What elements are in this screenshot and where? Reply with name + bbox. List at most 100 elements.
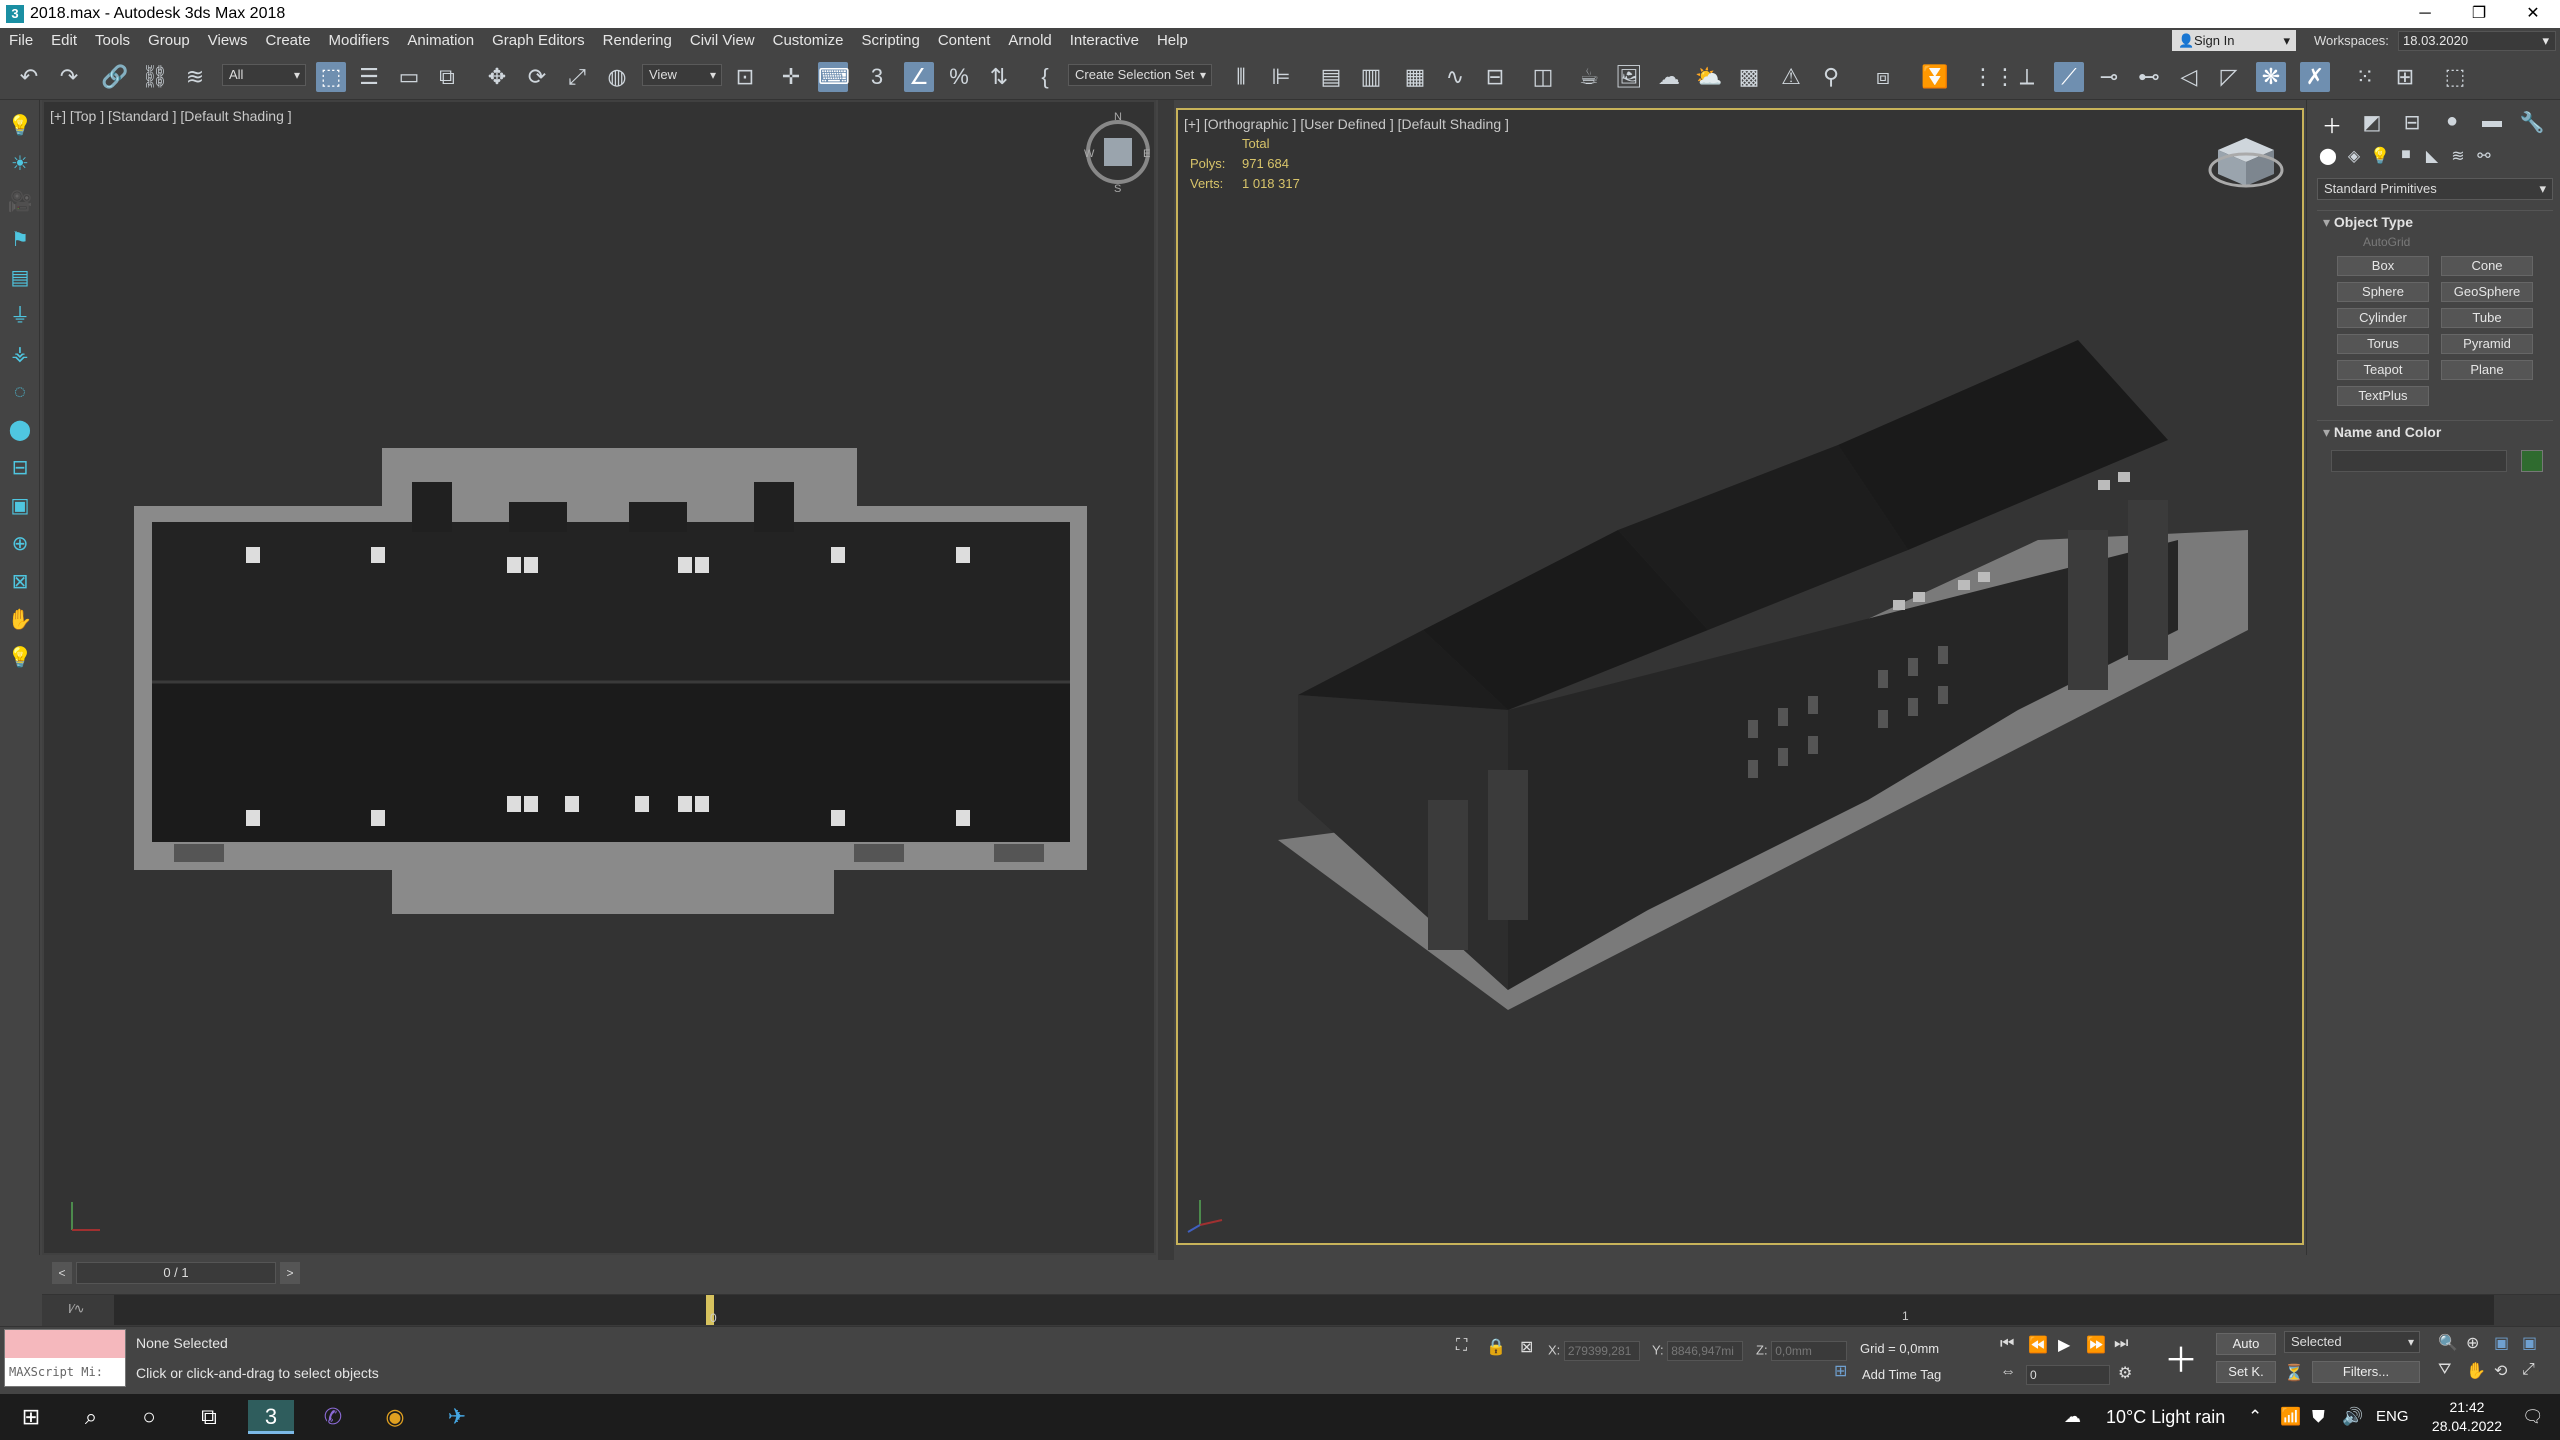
angle-snap-icon[interactable]: ∠: [904, 62, 934, 92]
menu-graph-editors[interactable]: Graph Editors: [483, 28, 594, 54]
key-mode-icon[interactable]: ⏳: [2284, 1363, 2304, 1383]
close-button[interactable]: ✕: [2506, 0, 2560, 28]
menu-tools[interactable]: Tools: [86, 28, 139, 54]
cylinder-button[interactable]: Cylinder: [2337, 308, 2429, 328]
snap-perpendicular-icon[interactable]: ◸: [2214, 62, 2244, 92]
menu-interactive[interactable]: Interactive: [1061, 28, 1148, 54]
pyramid-button[interactable]: Pyramid: [2441, 334, 2533, 354]
menu-create[interactable]: Create: [257, 28, 320, 54]
menu-scripting[interactable]: Scripting: [852, 28, 928, 54]
object-color-swatch[interactable]: [2521, 450, 2543, 472]
link-icon[interactable]: 🔗: [100, 62, 130, 92]
utilities-tab-icon[interactable]: 🔧: [2517, 110, 2547, 139]
object-name-field[interactable]: [2331, 450, 2507, 472]
key-filters-button[interactable]: Filters...: [2312, 1361, 2420, 1383]
named-selection-dropdown[interactable]: Create Selection Set: [1068, 64, 1212, 86]
viewport-top[interactable]: [+] [Top ] [Standard ] [Default Shading …: [42, 100, 1156, 1255]
redo-icon[interactable]: ↷: [54, 62, 84, 92]
statistics-icon[interactable]: ▣: [6, 492, 34, 520]
menu-civil-view[interactable]: Civil View: [681, 28, 764, 54]
menu-group[interactable]: Group: [139, 28, 199, 54]
render-icon[interactable]: ⬤: [6, 416, 34, 444]
align-icon[interactable]: ⊫: [1266, 62, 1296, 92]
light-bulb-icon[interactable]: 💡: [6, 644, 34, 672]
track-view-icon[interactable]: ⊕: [6, 530, 34, 558]
undo-icon[interactable]: ↶: [14, 62, 44, 92]
primitive-category-dropdown[interactable]: Standard Primitives: [2317, 178, 2553, 200]
teapot-button[interactable]: Teapot: [2337, 360, 2429, 380]
autogrid-checkbox[interactable]: AutoGrid: [2317, 232, 2553, 252]
zoom-extents-all-icon[interactable]: ▣: [2522, 1333, 2537, 1353]
rendered-frame-window-icon[interactable]: 🖼: [1614, 62, 1644, 92]
zoom-icon[interactable]: 🔍: [2438, 1333, 2458, 1353]
render-to-texture-icon[interactable]: ▩: [1734, 62, 1764, 92]
schematic-icon[interactable]: ⊠: [6, 568, 34, 596]
menu-animation[interactable]: Animation: [398, 28, 483, 54]
snap-face-icon[interactable]: ◁: [2174, 62, 2204, 92]
hand-tool-icon[interactable]: ✋: [6, 606, 34, 634]
expand-chevron-icon[interactable]: ⏬: [1920, 62, 1950, 92]
telegram-icon[interactable]: ✈: [434, 1400, 480, 1434]
key-filter-icon[interactable]: ⚙: [2118, 1363, 2132, 1383]
space-warps-icon[interactable]: ≋: [2447, 146, 2469, 166]
menu-views[interactable]: Views: [199, 28, 257, 54]
create-tab-icon[interactable]: ＋: [2317, 110, 2347, 139]
render-production-icon[interactable]: ☁: [1654, 62, 1684, 92]
snap-to-frozen-icon[interactable]: ❋: [2256, 62, 2286, 92]
scale-icon[interactable]: ⤢: [562, 62, 592, 92]
z-field[interactable]: 0,0mm: [1771, 1341, 1848, 1361]
rotate-icon[interactable]: ⟳: [522, 62, 552, 92]
object-type-header[interactable]: Object Type: [2317, 210, 2553, 232]
sphere-button[interactable]: Sphere: [2337, 282, 2429, 302]
previous-frame-icon[interactable]: ⏪: [2028, 1335, 2048, 1355]
edit-named-selection-icon[interactable]: {: [1030, 62, 1060, 92]
play-icon[interactable]: ▶: [2058, 1335, 2070, 1355]
x-field[interactable]: 279399,281: [1563, 1341, 1640, 1361]
language-indicator[interactable]: ENG: [2376, 1394, 2409, 1440]
scene-explorer-icon[interactable]: ▤: [1316, 62, 1346, 92]
viewport-orthographic[interactable]: [+] [Orthographic ] [User Defined ] [Def…: [1176, 108, 2304, 1245]
menu-customize[interactable]: Customize: [764, 28, 853, 54]
torus-button[interactable]: Torus: [2337, 334, 2429, 354]
snaps-toggle-icon[interactable]: 3: [862, 62, 892, 92]
viewport-splitter[interactable]: [1158, 100, 1174, 1260]
display-tab-icon[interactable]: ▬: [2477, 110, 2507, 139]
maxscript-output[interactable]: [5, 1330, 125, 1358]
autogrid-icon[interactable]: ⬚: [2440, 62, 2470, 92]
curve-editor-mini-icon[interactable]: I∕∿: [68, 1301, 85, 1317]
curve-editor-icon[interactable]: ∿: [1440, 62, 1470, 92]
tube-button[interactable]: Tube: [2441, 308, 2533, 328]
selection-filter-dropdown[interactable]: All: [222, 64, 306, 86]
weather-icon[interactable]: ☁: [2064, 1394, 2081, 1440]
menu-content[interactable]: Content: [929, 28, 1000, 54]
cortana-icon[interactable]: ○: [126, 1400, 172, 1434]
plane-button[interactable]: Plane: [2441, 360, 2533, 380]
snap-grid-icon[interactable]: ⋮⋮: [1972, 62, 2016, 92]
civil-view-icon[interactable]: ⧈: [1868, 62, 1898, 92]
key-selection-dropdown[interactable]: Selected: [2284, 1331, 2420, 1353]
motion-tab-icon[interactable]: ●: [2437, 110, 2467, 139]
pivot-center-icon[interactable]: ⊡: [730, 62, 760, 92]
menu-modifiers[interactable]: Modifiers: [320, 28, 399, 54]
render-setup-icon[interactable]: ☕: [1574, 62, 1604, 92]
notifications-icon[interactable]: 🗨: [2522, 1394, 2544, 1440]
zoom-extents-icon[interactable]: ▣: [2494, 1333, 2509, 1353]
field-of-view-icon[interactable]: ⛛: [2438, 1361, 2451, 1379]
snap-options-icon[interactable]: ✗: [2300, 62, 2330, 92]
mirror-icon[interactable]: ⫴: [1226, 62, 1256, 92]
absolute-mode-icon[interactable]: ⊠: [1520, 1337, 1533, 1357]
rect-selection-icon[interactable]: ▭: [394, 62, 424, 92]
sign-in-dropdown[interactable]: 👤 Sign In ▾: [2172, 30, 2296, 51]
box-button[interactable]: Box: [2337, 256, 2429, 276]
geosphere-button[interactable]: GeoSphere: [2441, 282, 2533, 302]
workspaces-dropdown[interactable]: 18.03.2020 ▾: [2398, 31, 2556, 51]
windows-start-icon[interactable]: ⊞: [8, 1400, 54, 1434]
pin-icon[interactable]: ⚲: [1816, 62, 1846, 92]
geometry-icon[interactable]: ⬤: [2317, 146, 2339, 166]
viewport-top-label[interactable]: [+] [Top ] [Standard ] [Default Shading …: [50, 108, 292, 124]
viewport-ortho-label[interactable]: [+] [Orthographic ] [User Defined ] [Def…: [1184, 116, 1509, 132]
snap-endpoint-icon[interactable]: ⊷: [2134, 62, 2164, 92]
current-frame-field[interactable]: 0: [2026, 1365, 2110, 1385]
textplus-button[interactable]: TextPlus: [2337, 386, 2429, 406]
isolate-selection-icon[interactable]: ⛶: [1456, 1337, 1467, 1355]
